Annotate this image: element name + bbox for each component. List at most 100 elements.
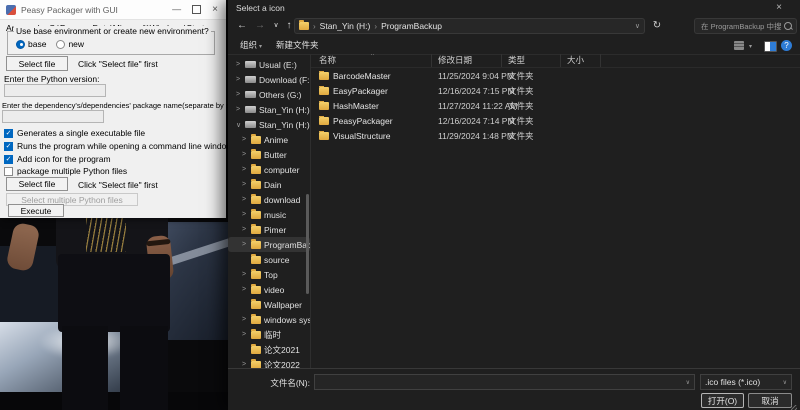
cancel-button[interactable]: 取消 — [748, 393, 792, 408]
select-file-hint-2: Click "Select file" first — [78, 180, 158, 190]
radio-base[interactable]: base — [16, 39, 46, 49]
sidebar-item[interactable]: > windows syst — [228, 312, 310, 327]
sidebar-item[interactable]: > ProgramBack — [228, 237, 310, 252]
minimize-icon[interactable]: — — [172, 5, 181, 14]
expander-icon[interactable]: > — [242, 151, 248, 158]
organize-menu[interactable]: 组织 ▾ — [240, 39, 262, 51]
filename-combobox[interactable]: ∨ — [314, 374, 695, 390]
checkbox-unchecked-icon — [4, 166, 13, 176]
filetype-select[interactable]: .ico files (*.ico) ∨ — [700, 374, 792, 390]
sidebar-item[interactable]: > Dain — [228, 177, 310, 192]
column-header-type[interactable]: 类型 — [502, 54, 561, 67]
sidebar-item[interactable]: > Others (G:) — [228, 87, 310, 102]
address-dropdown-icon[interactable]: ∨ — [635, 22, 640, 30]
sidebar-item[interactable]: ∨ Stan_Yin (H:) — [228, 117, 310, 132]
file-row[interactable]: BarcodeMaster 11/25/2024 9:04 PM 文件夹 — [311, 68, 800, 83]
expander-icon[interactable]: ∨ — [236, 121, 242, 129]
file-rows: BarcodeMaster 11/25/2024 9:04 PM 文件夹 Eas… — [311, 68, 800, 143]
expander-icon[interactable]: > — [236, 106, 242, 113]
search-input[interactable] — [699, 20, 784, 32]
radio-new[interactable]: new — [56, 39, 84, 49]
breadcrumb-drive[interactable]: Stan_Yin (H:) — [320, 21, 371, 31]
folder-icon — [299, 20, 309, 30]
expander-icon[interactable]: > — [236, 76, 242, 83]
close-icon[interactable]: × — [769, 1, 789, 15]
expander-icon[interactable]: > — [236, 61, 242, 68]
expander-icon[interactable]: > — [242, 226, 248, 233]
help-icon[interactable]: ? — [781, 40, 792, 51]
maximize-icon[interactable] — [192, 5, 202, 14]
expander-icon[interactable]: > — [242, 211, 248, 218]
dependencies-input[interactable] — [2, 110, 104, 123]
breadcrumb-folder[interactable]: ProgramBackup — [381, 21, 442, 31]
refresh-icon[interactable]: ↻ — [649, 19, 665, 33]
preview-pane-icon[interactable] — [764, 41, 777, 52]
drive-icon — [245, 121, 256, 128]
person-pants — [58, 254, 170, 332]
sidebar-scrollbar[interactable] — [306, 194, 309, 294]
expander-icon[interactable]: > — [242, 181, 248, 188]
open-button[interactable]: 打开(O) — [701, 393, 744, 408]
checkbox-checked-icon: ✓ — [4, 154, 13, 164]
checkbox-add-icon[interactable]: ✓ Add icon for the program — [4, 154, 111, 164]
file-row[interactable]: EasyPackager 12/16/2024 7:15 PM 文件夹 — [311, 83, 800, 98]
execute-button[interactable]: Execute — [8, 204, 64, 217]
close-icon[interactable]: × — [212, 4, 218, 15]
expander-icon[interactable]: > — [242, 331, 248, 338]
sidebar-item[interactable]: > Usual (E:) — [228, 57, 310, 72]
python-version-label: Enter the Python version: — [4, 74, 100, 84]
checkbox-single-executable[interactable]: ✓ Generates a single executable file — [4, 128, 145, 138]
dialog-titlebar[interactable]: Select a icon × — [228, 0, 800, 16]
view-mode-icon[interactable] — [734, 41, 744, 50]
file-row[interactable]: HashMaster 11/27/2024 11:22 AM 文件夹 — [311, 98, 800, 113]
sidebar-item[interactable]: source — [228, 252, 310, 267]
back-icon[interactable]: ← — [234, 19, 250, 33]
peasy-packager-window: Peasy Packager with GUI — × Anaconda: C:… — [0, 0, 250, 218]
checkbox-label: Add icon for the program — [17, 154, 111, 164]
sidebar-item[interactable]: > Top — [228, 267, 310, 282]
sidebar-item[interactable]: > Pimer — [228, 222, 310, 237]
sidebar-item[interactable]: > Download (F: — [228, 72, 310, 87]
checkbox-multiple-files[interactable]: package multiple Python files — [4, 166, 127, 176]
sidebar-item[interactable]: > Stan_Yin (H:) — [228, 102, 310, 117]
filename-input[interactable] — [319, 376, 686, 388]
file-row[interactable]: PeasyPackager 12/16/2024 7:14 PM 文件夹 — [311, 113, 800, 128]
expander-icon[interactable]: > — [242, 136, 248, 143]
sidebar-item[interactable]: > download — [228, 192, 310, 207]
expander-icon[interactable]: > — [242, 316, 248, 323]
sidebar-item[interactable]: Wallpaper — [228, 297, 310, 312]
column-header-size[interactable]: 大小 — [561, 54, 601, 67]
expander-icon[interactable]: > — [242, 166, 248, 173]
resize-grip[interactable] — [791, 405, 797, 410]
sidebar-item[interactable]: > music — [228, 207, 310, 222]
select-file-button-1[interactable]: Select file — [6, 56, 68, 71]
forward-icon[interactable]: → — [252, 19, 268, 33]
window-titlebar[interactable]: Peasy Packager with GUI — × — [0, 0, 226, 20]
checkbox-command-window[interactable]: ✓ Runs the program while opening a comma… — [4, 141, 232, 151]
expander-icon[interactable]: > — [242, 196, 248, 203]
sidebar-item[interactable]: > Anime — [228, 132, 310, 147]
sidebar-item[interactable]: > video — [228, 282, 310, 297]
expander-icon[interactable]: > — [242, 241, 248, 248]
checkbox-checked-icon: ✓ — [4, 128, 13, 138]
sidebar-item[interactable]: > computer — [228, 162, 310, 177]
search-box[interactable] — [694, 18, 797, 34]
view-mode-caret-icon[interactable]: ▾ — [749, 43, 752, 50]
expander-icon[interactable]: > — [242, 286, 248, 293]
expander-icon[interactable]: > — [242, 271, 248, 278]
new-folder-button[interactable]: 新建文件夹 — [276, 39, 319, 51]
sidebar-item[interactable]: 论文2021 — [228, 342, 310, 357]
expander-icon[interactable]: > — [236, 91, 242, 98]
sidebar-item[interactable]: > 临时 — [228, 327, 310, 342]
app-icon — [6, 4, 16, 15]
address-bar[interactable]: › Stan_Yin (H:) › ProgramBackup ∨ — [294, 18, 645, 34]
file-row[interactable]: VisualStructure 11/29/2024 1:48 PM 文件夹 — [311, 128, 800, 143]
select-file-button-2[interactable]: Select file — [6, 177, 68, 191]
sidebar-item[interactable]: > 论文2022 — [228, 357, 310, 368]
column-header-date[interactable]: 修改日期 — [432, 54, 502, 67]
expander-icon[interactable]: > — [242, 361, 248, 368]
breadcrumb-separator: › — [313, 21, 316, 31]
sidebar-item[interactable]: > Butter — [228, 147, 310, 162]
python-version-input[interactable] — [4, 84, 106, 97]
dialog-footer: 文件名(N): ∨ .ico files (*.ico) ∨ 打开(O) 取消 — [228, 368, 800, 410]
